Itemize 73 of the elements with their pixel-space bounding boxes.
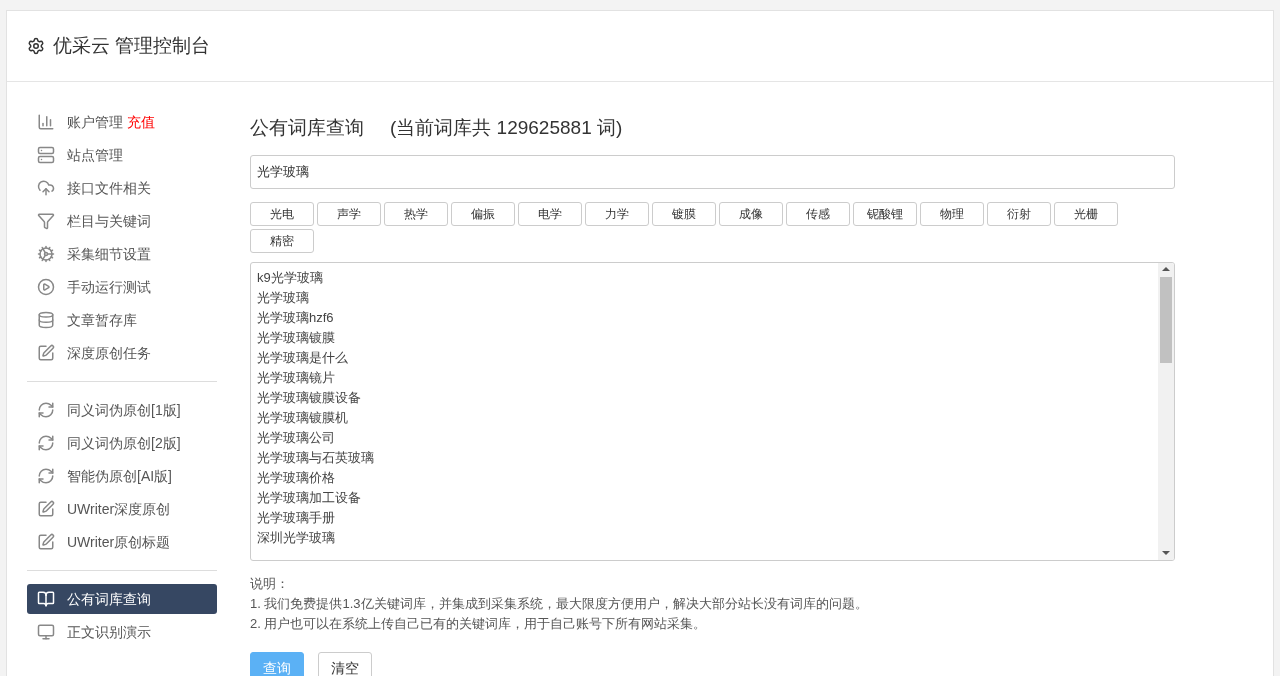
keyword-tag-button[interactable]: 精密: [250, 228, 314, 253]
sidebar-item[interactable]: 同义词伪原创[2版]: [27, 428, 217, 458]
keyword-tag-button[interactable]: 热学: [384, 201, 448, 226]
refresh-icon: [37, 434, 55, 452]
keyword-tag-button[interactable]: 电学: [518, 201, 582, 226]
result-item[interactable]: 光学玻璃镀膜设备: [257, 387, 1158, 408]
monitor-icon: [37, 623, 55, 641]
sidebar-item[interactable]: 栏目与关键词: [27, 206, 217, 236]
results-list[interactable]: k9光学玻璃 光学玻璃 光学玻璃hzf6 光学玻璃镀膜 光学玻璃是什么 光学玻璃镜片 光学玻璃镀膜设备 光学玻璃镀膜机 光学玻璃公司 光学玻璃与石英玻璃 光学玻璃价格 光学玻璃加工设备 光学玻璃手册 深圳光学玻璃: [250, 261, 1175, 561]
keyword-tag-button[interactable]: 声学: [317, 201, 381, 226]
sidebar-item[interactable]: 站点管理: [27, 140, 217, 170]
result-item[interactable]: k9光学玻璃: [257, 267, 1158, 288]
database-icon: [37, 311, 55, 329]
scrollbar[interactable]: [1158, 262, 1174, 560]
edit-icon: [37, 500, 55, 518]
cloud-upload-icon: [37, 179, 55, 197]
word-count: (当前词库共 129625881 词): [390, 116, 623, 140]
result-item[interactable]: 光学玻璃公司: [257, 427, 1158, 448]
settings-icon: [27, 37, 45, 55]
keyword-tag-button[interactable]: 偏振: [451, 201, 515, 226]
sidebar-item[interactable]: 手动运行测试: [27, 272, 217, 302]
scroll-down-icon[interactable]: [1162, 550, 1170, 555]
keyword-tag-button[interactable]: 力学: [585, 201, 649, 226]
keyword-tag-button[interactable]: 铌酸锂: [853, 201, 917, 226]
sidebar-item[interactable]: 同义词伪原创[1版]: [27, 395, 217, 425]
sidebar-item[interactable]: UWriter深度原创: [27, 494, 217, 524]
result-item[interactable]: 光学玻璃价格: [257, 467, 1158, 488]
book-icon: [37, 590, 55, 608]
sidebar-item[interactable]: 采集细节设置: [27, 239, 217, 269]
result-item[interactable]: 深圳光学玻璃: [257, 527, 1158, 548]
result-item[interactable]: 光学玻璃镜片: [257, 367, 1158, 388]
result-item[interactable]: 光学玻璃镀膜机: [257, 407, 1158, 428]
page-title: 公有词库查询: [250, 116, 364, 140]
refresh-icon: [37, 401, 55, 419]
bar-chart-icon: [37, 113, 55, 131]
result-item[interactable]: 光学玻璃与石英玻璃: [257, 447, 1158, 468]
play-icon: [37, 278, 55, 296]
sidebar-item[interactable]: 接口文件相关: [27, 173, 217, 203]
edit-icon: [37, 344, 55, 362]
console-title: 优采云 管理控制台: [53, 33, 211, 58]
result-item[interactable]: 光学玻璃hzf6: [257, 307, 1158, 328]
result-item[interactable]: 光学玻璃是什么: [257, 347, 1158, 368]
sidebar-item[interactable]: 深度原创任务: [27, 338, 217, 368]
scroll-up-icon[interactable]: [1162, 266, 1170, 271]
keyword-tag-button[interactable]: 光电: [250, 201, 314, 226]
keyword-tag-button[interactable]: 物理: [920, 201, 984, 226]
clear-button[interactable]: 清空: [318, 651, 372, 676]
sidebar-item[interactable]: 公有词库查询: [27, 584, 217, 614]
filter-icon: [37, 212, 55, 230]
result-item[interactable]: 光学玻璃镀膜: [257, 327, 1158, 348]
result-item[interactable]: 光学玻璃: [257, 287, 1158, 308]
recharge-link[interactable]: 充值: [127, 111, 155, 133]
result-item[interactable]: 光学玻璃手册: [257, 507, 1158, 528]
result-item[interactable]: 光学玻璃加工设备: [257, 487, 1158, 508]
server-icon: [37, 146, 55, 164]
sidebar-item[interactable]: UWriter原创标题: [27, 527, 217, 557]
sidebar-item[interactable]: 智能伪原创[AI版]: [27, 461, 217, 491]
sidebar-item[interactable]: 账户管理 充值: [27, 107, 217, 137]
refresh-icon: [37, 467, 55, 485]
keyword-tag-button[interactable]: 传感: [786, 201, 850, 226]
notes-title: 说明：: [250, 574, 290, 593]
keyword-tag-button[interactable]: 衍射: [987, 201, 1051, 226]
scroll-thumb[interactable]: [1160, 276, 1172, 363]
edit-icon: [37, 533, 55, 551]
keyword-tag-button[interactable]: 光栅: [1054, 201, 1118, 226]
sidebar-item[interactable]: 正文识别演示: [27, 617, 217, 647]
note-text: 1. 我们免费提供1.3亿关键词库，并集成到采集系统，最大限度方便用户，解决大部分站长没有词库的问题。: [250, 594, 869, 613]
search-field[interactable]: 光学玻璃: [250, 154, 1175, 189]
keyword-tag-button[interactable]: 成像: [719, 201, 783, 226]
sidebar-item[interactable]: 文章暂存库: [27, 305, 217, 335]
note-text: 2. 用户也可以在系统上传自己已有的关键词库，用于自己账号下所有网站采集。: [250, 614, 708, 633]
keyword-tag-button[interactable]: 镀膜: [652, 201, 716, 226]
gears-icon: [37, 245, 55, 263]
